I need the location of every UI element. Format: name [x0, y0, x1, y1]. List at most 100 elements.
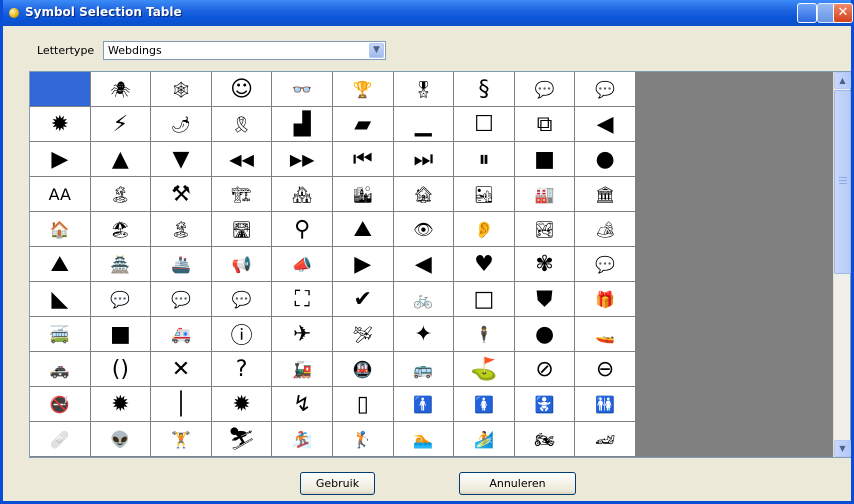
symbol-cell[interactable]: ▯ — [332, 387, 394, 422]
symbol-cell[interactable]: ◣ — [30, 282, 91, 317]
symbol-cell[interactable]: 🚼 — [514, 387, 576, 422]
scroll-down-button[interactable]: ▼ — [834, 440, 851, 457]
symbol-cell[interactable]: ? — [211, 352, 273, 387]
symbol-cell[interactable]: AA — [30, 177, 91, 212]
symbol-cell[interactable]: ⏸ — [454, 142, 515, 177]
symbol-cell[interactable]: ✈ — [272, 317, 333, 352]
symbol-cell[interactable]: ■ — [514, 142, 576, 177]
symbol-cell[interactable]: 🏕 — [575, 212, 636, 247]
symbol-cell[interactable]: 🕴 — [454, 317, 515, 352]
symbol-cell[interactable]: 🚻 — [575, 387, 636, 422]
symbol-cell[interactable]: 🏚 — [393, 177, 455, 212]
symbol-cell[interactable]: ▲ — [90, 142, 152, 177]
symbol-cell[interactable]: 🏜 — [454, 177, 515, 212]
symbol-cell[interactable]: 🚲 — [393, 282, 455, 317]
symbol-cell[interactable] — [30, 72, 91, 107]
symbol-cell[interactable]: ⛰ — [30, 247, 91, 282]
cancel-button[interactable]: Annuleren — [459, 472, 576, 495]
symbol-cell[interactable]: 🏗 — [211, 177, 273, 212]
symbol-cell[interactable]: 🚤 — [575, 317, 636, 352]
title-bar[interactable]: Symbol Selection Table ✕ — [3, 0, 853, 26]
symbol-cell[interactable]: ✹ — [90, 387, 152, 422]
symbol-cell[interactable]: 🚑 — [151, 317, 212, 352]
symbol-cell[interactable]: 🎗 — [211, 107, 273, 142]
symbol-cell[interactable]: 🏎 — [575, 422, 636, 457]
symbol-cell[interactable]: ■ — [90, 317, 152, 352]
symbol-cell[interactable]: 🏞 — [514, 212, 576, 247]
symbol-cell[interactable]: 🚭 — [30, 387, 91, 422]
symbol-cell[interactable]: 🏄 — [454, 422, 515, 457]
symbol-cell[interactable]: ● — [575, 142, 636, 177]
symbol-cell[interactable]: 🛩 — [332, 317, 394, 352]
symbol-cell[interactable]: ◀ — [393, 247, 455, 282]
use-button[interactable]: Gebruik — [300, 472, 375, 495]
symbol-cell[interactable]: 💬 — [211, 282, 273, 317]
symbol-cell[interactable]: 🚇 — [332, 352, 394, 387]
symbol-cell[interactable]: ⛳ — [454, 352, 515, 387]
symbol-cell[interactable]: ⚒ — [151, 177, 212, 212]
symbol-cell[interactable]: ▶ — [30, 142, 91, 177]
symbol-cell[interactable]: 👂 — [454, 212, 515, 247]
symbol-cell[interactable]: ⏭ — [393, 142, 455, 177]
symbol-cell[interactable]: 🚹 — [393, 387, 455, 422]
symbol-cell[interactable]: 🏘 — [272, 177, 333, 212]
symbol-cell[interactable]: ✾ — [514, 247, 576, 282]
symbol-cell[interactable]: 🏋 — [151, 422, 212, 457]
symbol-cell[interactable]: 🏖 — [90, 212, 152, 247]
symbol-cell[interactable]: § — [454, 72, 515, 107]
symbol-cell[interactable]: 🚎 — [30, 317, 91, 352]
symbol-cell[interactable]: 🏝 — [90, 177, 152, 212]
symbol-cell[interactable]: ⏮ — [332, 142, 394, 177]
symbol-cell[interactable]: 🚂 — [272, 352, 333, 387]
symbol-cell[interactable]: 🏍 — [514, 422, 576, 457]
symbol-cell[interactable]: ⛰ — [332, 212, 394, 247]
symbol-cell[interactable]: 🏆 — [332, 72, 394, 107]
symbol-cell[interactable]: ↯ — [272, 387, 333, 422]
symbol-cell[interactable]: 🚢 — [151, 247, 212, 282]
symbol-cell[interactable]: ✔ — [332, 282, 394, 317]
symbol-cell[interactable]: 🎖 — [393, 72, 455, 107]
symbol-cell[interactable]: 🚓 — [30, 352, 91, 387]
symbol-cell[interactable]: 🕷 — [90, 72, 152, 107]
symbol-cell[interactable]: 💬 — [575, 247, 636, 282]
symbol-cell[interactable]: 🛣 — [211, 212, 273, 247]
symbol-cell[interactable]: ⚡ — [90, 107, 152, 142]
symbol-cell[interactable]: ◀◀ — [211, 142, 273, 177]
symbol-cell[interactable]: 🩹 — [30, 422, 91, 457]
symbol-cell[interactable]: 👽 — [90, 422, 152, 457]
symbol-cell[interactable]: 🏂 — [272, 422, 333, 457]
symbol-cell[interactable]: 🏠 — [30, 212, 91, 247]
symbol-cell[interactable]: 📢 — [211, 247, 273, 282]
symbol-cell[interactable]: 🏊 — [393, 422, 455, 457]
symbol-cell[interactable]: 🏌 — [332, 422, 394, 457]
minimize-button[interactable] — [797, 3, 817, 23]
symbol-cell[interactable]: 👁 — [393, 212, 455, 247]
scroll-thumb[interactable] — [834, 90, 851, 274]
symbol-cell[interactable]: □ — [454, 282, 515, 317]
symbol-cell[interactable]: ✦ — [393, 317, 455, 352]
symbol-cell[interactable]: 💬 — [514, 72, 576, 107]
symbol-cell[interactable]: 🚺 — [454, 387, 515, 422]
symbol-cell[interactable]: 🏝 — [151, 212, 212, 247]
close-button[interactable]: ✕ — [833, 3, 853, 23]
symbol-cell[interactable]: 🏭 — [514, 177, 576, 212]
symbol-cell[interactable]: 🎁 — [575, 282, 636, 317]
symbol-cell[interactable]: 🏛 — [575, 177, 636, 212]
symbol-cell[interactable]: ⚲ — [272, 212, 333, 247]
symbol-cell[interactable]: 👓 — [272, 72, 333, 107]
symbol-cell[interactable]: │ — [151, 387, 212, 422]
symbol-cell[interactable]: ⊘ — [514, 352, 576, 387]
symbol-cell[interactable]: ▶ — [332, 247, 394, 282]
symbol-cell[interactable]: ⛷ — [211, 422, 273, 457]
symbol-cell[interactable]: () — [90, 352, 152, 387]
symbol-cell[interactable]: 💬 — [151, 282, 212, 317]
scroll-up-button[interactable]: ▲ — [834, 72, 851, 89]
symbol-cell[interactable]: 📣 — [272, 247, 333, 282]
symbol-cell[interactable]: ▰ — [332, 107, 394, 142]
symbol-cell[interactable]: ▟ — [272, 107, 333, 142]
vertical-scrollbar[interactable]: ▲ ▼ — [833, 72, 851, 457]
symbol-cell[interactable]: ✹ — [211, 387, 273, 422]
symbol-cell[interactable]: ● — [514, 317, 576, 352]
symbol-cell[interactable]: ⛶ — [272, 282, 333, 317]
symbol-cell[interactable]: 🕸 — [151, 72, 212, 107]
